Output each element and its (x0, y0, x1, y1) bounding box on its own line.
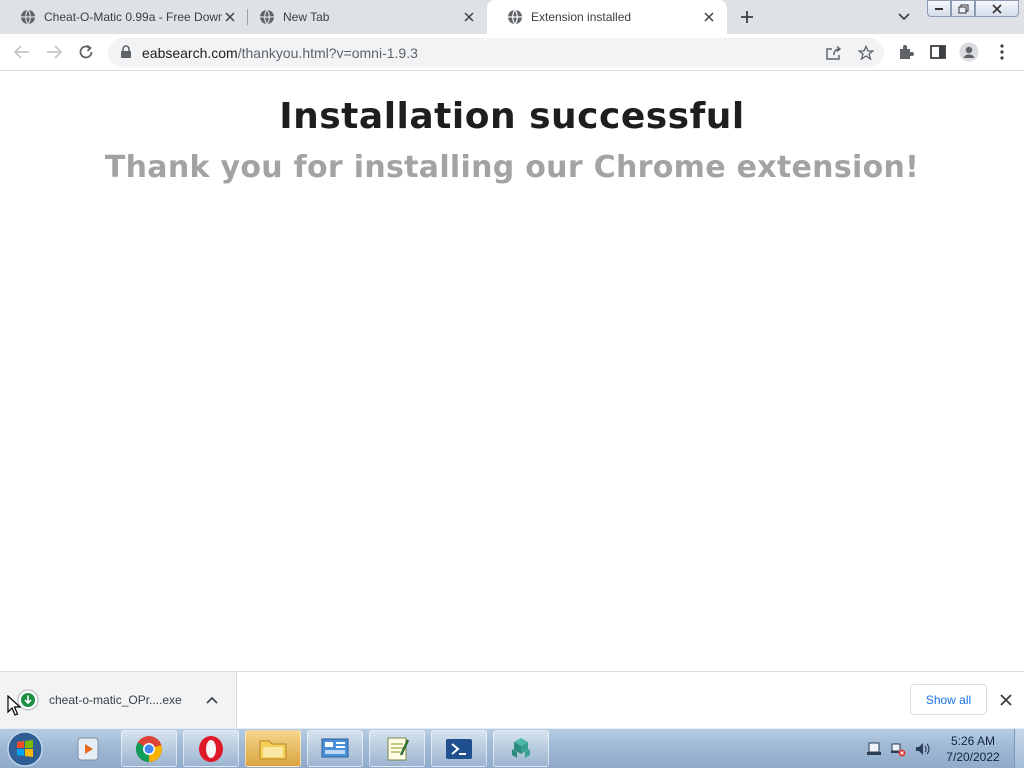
notepad-icon (387, 737, 410, 760)
download-item[interactable]: cheat-o-matic_OPr....exe (0, 672, 237, 728)
folder-icon (259, 740, 287, 759)
tab-extension-installed[interactable]: Extension installed (487, 0, 727, 34)
tab-cheat-o-matic[interactable]: Cheat-O-Matic 0.99a - Free Download (0, 0, 248, 34)
control-panel-icon (321, 738, 349, 757)
chrome-icon (135, 735, 162, 762)
taskbar-file-explorer[interactable] (245, 730, 301, 767)
window-close-button[interactable] (975, 0, 1019, 17)
kebab-menu-icon (1000, 44, 1004, 60)
opera-icon (199, 735, 223, 762)
network-disconnected-icon[interactable] (890, 741, 906, 757)
side-panel-icon (930, 45, 946, 59)
restore-icon (958, 4, 968, 13)
start-button[interactable] (4, 730, 46, 768)
plus-icon (741, 11, 753, 23)
side-panel-button[interactable] (928, 42, 948, 62)
close-icon (992, 3, 1002, 14)
minimize-button[interactable] (927, 0, 951, 17)
globe-icon (21, 9, 35, 25)
url-path: /thankyou.html?v=omni-1.9.3 (237, 45, 418, 61)
forward-button[interactable] (44, 42, 64, 62)
restore-button[interactable] (951, 0, 975, 17)
chevron-up-icon (206, 696, 218, 704)
bookmark-button[interactable] (856, 43, 876, 63)
url-text[interactable]: eabsearch.com/thankyou.html?v=omni-1.9.3 (142, 45, 418, 61)
download-options-button[interactable] (204, 692, 220, 708)
url-host: eabsearch.com (142, 45, 238, 61)
tab-search-button[interactable] (895, 8, 913, 26)
reload-icon (79, 44, 93, 59)
taskbar-opera[interactable] (183, 730, 239, 767)
windows-logo-icon (7, 731, 43, 767)
tab-title: Cheat-O-Matic 0.99a - Free Download (44, 10, 222, 24)
chevron-down-icon (898, 13, 910, 21)
share-icon (826, 46, 842, 60)
clock-time: 5:26 AM (950, 734, 996, 748)
download-shelf: cheat-o-matic_OPr....exe Show all (0, 671, 1024, 728)
clock-date: 7/20/2022 (946, 750, 1000, 764)
browser-toolbar: eabsearch.com/thankyou.html?v=omni-1.9.3 (0, 34, 1024, 71)
new-tab-button[interactable] (737, 7, 757, 27)
forward-arrow-icon (47, 45, 62, 59)
profile-button[interactable] (959, 42, 979, 62)
close-download-shelf-button[interactable] (997, 691, 1015, 709)
taskbar-powershell[interactable] (431, 730, 487, 767)
show-all-downloads-button[interactable]: Show all (910, 684, 987, 715)
puzzle-icon (900, 45, 914, 59)
share-button[interactable] (824, 43, 844, 63)
download-filename: cheat-o-matic_OPr....exe (49, 693, 182, 707)
reload-button[interactable] (76, 42, 96, 62)
taskbar: 5:26 AM 7/20/2022 (0, 728, 1024, 768)
back-arrow-icon (14, 45, 29, 59)
powershell-icon (446, 738, 472, 759)
window-controls (927, 0, 1019, 17)
taskbar-media-player[interactable] (60, 730, 116, 767)
profile-icon (959, 42, 979, 62)
tab-new-tab[interactable]: New Tab (239, 0, 487, 34)
close-icon (1000, 694, 1012, 706)
menu-button[interactable] (992, 42, 1012, 62)
tab-strip: Cheat-O-Matic 0.99a - Free Download New … (0, 0, 1024, 34)
blocks-app-icon (512, 737, 530, 758)
taskbar-chrome[interactable] (121, 730, 177, 767)
minimize-icon (935, 7, 943, 10)
taskbar-app-blocks[interactable] (493, 730, 549, 767)
tab-title: Extension installed (531, 10, 632, 24)
close-tab-icon[interactable] (701, 9, 717, 25)
action-center-icon[interactable] (866, 741, 882, 757)
volume-icon[interactable] (914, 741, 930, 757)
media-player-icon (77, 737, 99, 760)
page-subtitle: Thank you for installing our Chrome exte… (104, 150, 920, 185)
mouse-cursor-icon (7, 695, 21, 716)
close-tab-icon[interactable] (222, 9, 238, 25)
back-button[interactable] (12, 42, 32, 62)
star-icon (858, 45, 874, 61)
taskbar-control-panel[interactable] (307, 730, 363, 767)
globe-icon (260, 9, 274, 25)
close-tab-icon[interactable] (461, 9, 477, 25)
show-desktop-button[interactable] (1014, 729, 1024, 768)
taskbar-notepad[interactable] (369, 730, 425, 767)
page-title: Installation successful (279, 96, 745, 137)
globe-icon (508, 9, 522, 25)
taskbar-clock[interactable]: 5:26 AM 7/20/2022 (935, 733, 1011, 765)
address-bar[interactable]: eabsearch.com/thankyou.html?v=omni-1.9.3 (108, 38, 884, 67)
extensions-button[interactable] (896, 42, 916, 62)
tab-title: New Tab (283, 10, 330, 24)
page-content: Installation successful Thank you for in… (0, 72, 1024, 671)
lock-icon[interactable] (120, 45, 132, 59)
